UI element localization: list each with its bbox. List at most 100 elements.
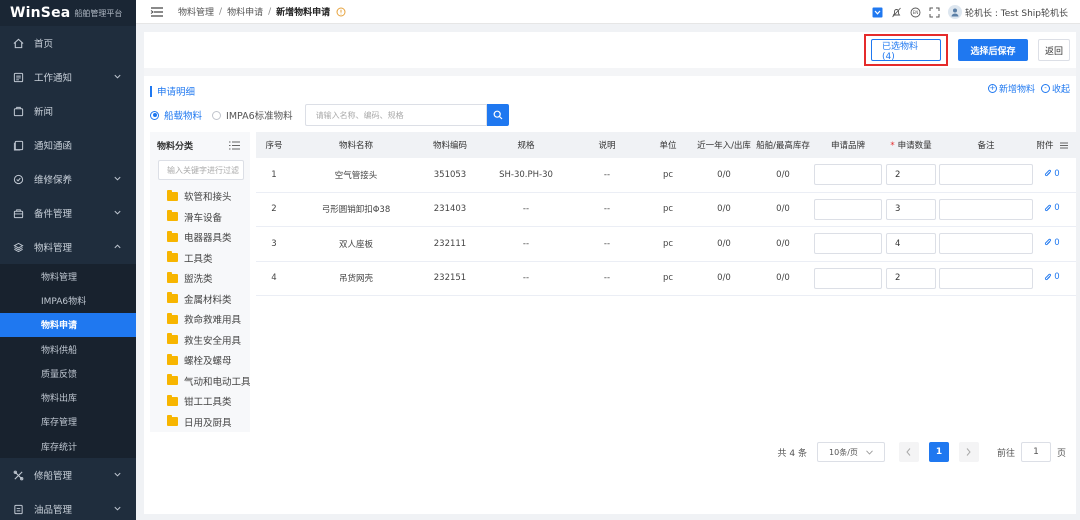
prev-page-button[interactable] <box>898 442 919 462</box>
folder-icon <box>167 271 178 283</box>
folder-icon <box>167 333 178 345</box>
note-input[interactable] <box>939 198 1033 220</box>
sidebar-subitem-material-manage[interactable]: 物料管理 <box>0 264 136 288</box>
cell-quantity: 4 <box>884 233 938 255</box>
sidebar-item-maintenance[interactable]: 维修保养 <box>0 162 136 196</box>
sidebar-item-label: 备件管理 <box>34 209 73 220</box>
col-header-max-stock: 船舶/最高库存 <box>756 141 810 151</box>
folder-icon <box>167 292 178 304</box>
note-input[interactable] <box>939 233 1033 255</box>
category-item[interactable]: 救生安全用具 <box>150 330 250 351</box>
attachment-link[interactable]: 0 <box>1044 272 1060 282</box>
request-table: 序号 物料名称 物料编码 规格 说明 单位 近一年入/出库 船舶/最高库存 申请… <box>256 132 1076 296</box>
save-button[interactable]: 选择后保存 <box>958 39 1028 61</box>
radio-ship-materials[interactable]: 船载物料 <box>150 108 202 122</box>
sidebar-subitem-quality-feedback[interactable]: 质量反馈 <box>0 361 136 385</box>
cell-desc: -- <box>603 204 611 215</box>
no-notification-icon[interactable] <box>891 7 902 18</box>
cell-max-stock: 0/0 <box>776 238 790 249</box>
sidebar-item-ship-repair[interactable]: 修船管理 <box>0 458 136 492</box>
category-item[interactable]: 钳工工具类 <box>150 391 250 412</box>
cell-code: 351053 <box>433 169 467 180</box>
cell-note <box>938 164 1034 186</box>
category-item[interactable]: 软管和接头 <box>150 186 250 207</box>
attachment-link[interactable]: 0 <box>1044 169 1060 179</box>
category-item[interactable]: 盥洗类 <box>150 268 250 289</box>
quantity-input[interactable]: 4 <box>886 233 936 255</box>
filter-row: 船载物料 IMPA6标准物料 请输入名称、编码、规格 <box>150 104 509 126</box>
quantity-input[interactable]: 2 <box>886 164 936 186</box>
sidebar-subitem-supply[interactable]: 物料供船 <box>0 337 136 361</box>
sidebar-subitem-impa6[interactable]: IMPA6物料 <box>0 288 136 312</box>
folder-icon <box>167 230 178 242</box>
goto-page-input[interactable]: 1 <box>1020 442 1051 462</box>
next-page-button[interactable] <box>958 442 979 462</box>
radio-impa6-materials[interactable]: IMPA6标准物料 <box>212 108 293 122</box>
category-item[interactable]: 救命救难用具 <box>150 309 250 330</box>
fullscreen-icon[interactable] <box>929 7 940 18</box>
add-material-link[interactable]: + 新增物料 <box>987 82 1035 95</box>
user-name: 轮机长 : Test Ship轮机长 <box>965 8 1068 19</box>
category-item-label: 救命救难用具 <box>184 315 242 327</box>
category-item[interactable]: 滑车设备 <box>150 207 250 228</box>
col-header-desc: 说明 <box>598 141 616 151</box>
cell-quantity: 2 <box>884 267 938 289</box>
cell-spec: -- <box>522 204 530 215</box>
breadcrumb-separator: / <box>268 6 272 17</box>
quantity-input[interactable]: 3 <box>886 198 936 220</box>
sidebar-subitem-material-request[interactable]: 物料申请 <box>0 312 136 337</box>
category-item[interactable]: 金属材料类 <box>150 289 250 310</box>
brand-subtitle: 船舶管理平台 <box>74 8 123 18</box>
column-settings-icon[interactable] <box>1059 142 1068 149</box>
search-icon <box>493 110 503 120</box>
col-header-attachment: 附件 <box>1034 139 1070 151</box>
sidebar-item-news[interactable]: 新闻 <box>0 94 136 128</box>
brand-input[interactable] <box>814 233 882 255</box>
category-item[interactable]: 日用及厨具 <box>150 412 250 433</box>
page-number-current[interactable]: 1 <box>928 442 949 462</box>
sidebar-item-spare-parts[interactable]: 备件管理 <box>0 196 136 230</box>
category-item-label: 电器器具类 <box>184 233 232 245</box>
sidebar-subitem-inventory-stats[interactable]: 库存统计 <box>0 434 136 458</box>
breadcrumb-item[interactable]: 物料管理 <box>178 5 214 18</box>
brand-input[interactable] <box>814 267 882 289</box>
category-item-label: 气动和电动工具 <box>184 376 250 388</box>
language-icon[interactable]: EN <box>910 7 921 18</box>
page-size-select[interactable]: 10条/页 <box>816 442 885 462</box>
breadcrumb-item[interactable]: 物料申请 <box>227 5 263 18</box>
sidebar-subitem-inventory[interactable]: 库存管理 <box>0 410 136 434</box>
cell-spec: SH-30.PH-30 <box>499 169 553 180</box>
dropdown-icon[interactable] <box>872 7 883 18</box>
cell-index: 4 <box>271 273 277 284</box>
quantity-input[interactable]: 2 <box>886 267 936 289</box>
sidebar-item-circular[interactable]: 通知通函 <box>0 128 136 162</box>
material-search-input[interactable]: 请输入名称、编码、规格 <box>304 104 487 126</box>
sidebar-item-materials[interactable]: 物料管理 <box>0 230 136 264</box>
back-button[interactable]: 返回 <box>1038 39 1070 61</box>
brand-logo: WinSea <box>10 5 71 21</box>
cell-name: 吊货网壳 <box>338 274 373 285</box>
attachment-link[interactable]: 0 <box>1044 238 1060 248</box>
selected-materials-button[interactable]: 已选物料(4) <box>871 39 941 62</box>
note-input[interactable] <box>939 267 1033 289</box>
sidebar-item-oil[interactable]: 油品管理 <box>0 492 136 520</box>
note-input[interactable] <box>939 164 1033 186</box>
collapse-link[interactable]: - 收起 <box>1040 82 1070 95</box>
sidebar-item-home[interactable]: 首页 <box>0 26 136 60</box>
user-menu[interactable]: 轮机长 : Test Ship轮机长 <box>948 5 1068 19</box>
menu-toggle-icon[interactable] <box>150 6 164 18</box>
category-item[interactable]: 气动和电动工具 <box>150 371 250 392</box>
category-item[interactable]: 工具类 <box>150 248 250 269</box>
category-item[interactable]: 电器器具类 <box>150 227 250 248</box>
sidebar-item-work-notice[interactable]: 工作通知 <box>0 60 136 94</box>
attachment-link[interactable]: 0 <box>1044 203 1060 213</box>
category-filter-input[interactable]: 输入关键字进行过滤 <box>158 160 244 180</box>
brand-input[interactable] <box>814 198 882 220</box>
category-item[interactable]: 螺栓及螺母 <box>150 350 250 371</box>
search-button[interactable] <box>486 104 509 126</box>
brand-input[interactable] <box>814 164 882 186</box>
chevron-down-icon <box>866 449 873 455</box>
list-toggle-icon[interactable] <box>229 141 240 150</box>
info-icon <box>336 7 346 16</box>
sidebar-subitem-outbound[interactable]: 物料出库 <box>0 385 136 409</box>
